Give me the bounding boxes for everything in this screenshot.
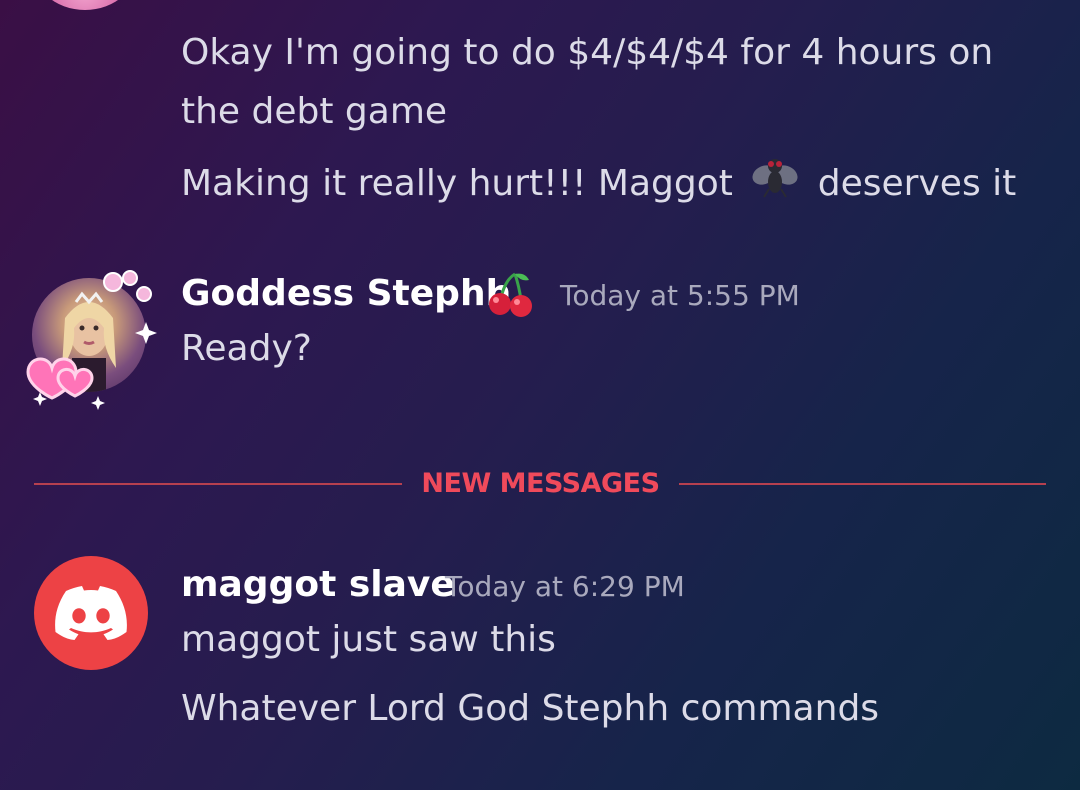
username[interactable]: Goddess Stephh xyxy=(181,271,511,317)
message-text-part: deserves it xyxy=(817,163,1017,204)
new-messages-label: NEW MESSAGES xyxy=(421,468,660,499)
fly-emoji-icon xyxy=(750,151,800,219)
discord-logo-icon xyxy=(55,586,127,640)
previous-avatar[interactable] xyxy=(30,0,140,10)
new-messages-divider-right xyxy=(679,483,1046,485)
message-line: Okay I'm going to do $4/$4/$4 for 4 hour… xyxy=(181,32,994,73)
avatar-decoration-icon xyxy=(26,270,157,410)
timestamp: Today at 6:29 PM xyxy=(445,570,685,603)
message-line: the debt game xyxy=(181,91,448,132)
new-messages-divider-left xyxy=(34,483,402,485)
cherries-emoji-icon xyxy=(487,270,535,322)
timestamp: Today at 5:55 PM xyxy=(560,279,800,312)
message-line: Ready? xyxy=(181,328,312,369)
user-avatar[interactable] xyxy=(34,556,148,670)
message-text-part: Making it really hurt!!! Maggot xyxy=(181,163,733,204)
message-line: Making it really hurt!!! Maggot deserves… xyxy=(181,151,1016,219)
username[interactable]: maggot slave xyxy=(181,562,455,608)
message-line: Whatever Lord God Stephh commands xyxy=(181,688,880,729)
message-line: maggot just saw this xyxy=(181,619,556,660)
